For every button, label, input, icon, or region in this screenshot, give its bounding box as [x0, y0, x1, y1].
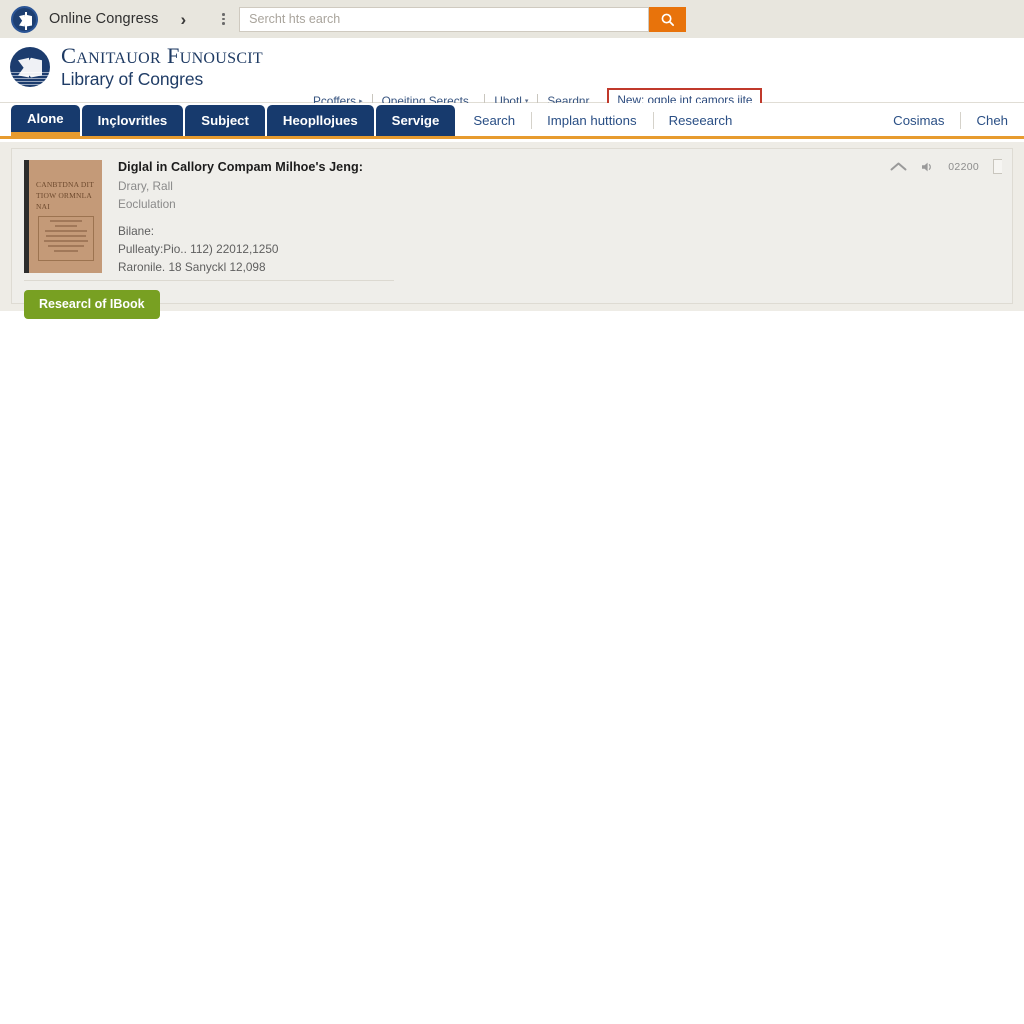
content-area: CANBTDNA DITTIOW ORMNLANAI Diglal in Cal… — [0, 142, 1024, 319]
speaker-icon[interactable] — [921, 161, 934, 173]
brand-subtitle: Library of Congres — [61, 68, 204, 89]
browser-bar: Online Congress › Sercht hts earch — [0, 0, 1024, 38]
result-subtitle-0: Drary, Rall — [118, 179, 173, 193]
page-root: Online Congress › Sercht hts earch Canit… — [0, 0, 1024, 1024]
nav-right-group: Cosimas Cheh — [877, 105, 1024, 136]
search-input[interactable]: Sercht hts earch — [239, 6, 650, 32]
library-seal-icon — [10, 46, 50, 87]
search-submit-button[interactable] — [649, 6, 687, 32]
site-header: Canitauor Funouscit Library of Congres P… — [0, 38, 1024, 113]
nav-link-implan-huttions[interactable]: Implan huttions — [531, 105, 652, 136]
card-divider — [24, 280, 394, 281]
nav-link-cosimas[interactable]: Cosimas — [877, 105, 960, 136]
result-subtitle-1: Eoclulation — [118, 196, 176, 211]
result-metadata: Bilane: Pulleaty:Pio.. 112) 22012,1250 R… — [118, 223, 363, 277]
result-count: 02200 — [948, 160, 979, 173]
chevron-up-icon[interactable] — [890, 161, 907, 172]
nav-link-cheh[interactable]: Cheh — [960, 105, 1024, 136]
main-navigation: Alone Inçlovritles Subject Heopllojues S… — [0, 103, 1024, 139]
result-card: CANBTDNA DITTIOW ORMNLANAI Diglal in Cal… — [11, 148, 1013, 319]
result-meta-2: Raronile. 18 Sanyckl 12,098 — [118, 260, 266, 275]
result-details: Diglal in Callory Compam Milhoe's Jeng: … — [118, 160, 363, 277]
search-bar: Sercht hts earch — [239, 6, 687, 32]
research-book-button[interactable]: Researcl of IBook — [24, 290, 160, 319]
chevron-right-icon[interactable]: › — [181, 11, 187, 28]
result-meta-1: Pulleaty:Pio.. 112) 22012,1250 — [118, 242, 279, 257]
site-chip-label: Online Congress — [49, 11, 159, 27]
result-meta-0: Bilane: — [118, 224, 155, 239]
library-seal-icon — [11, 5, 38, 33]
nav-link-reseearch[interactable]: Reseearch — [652, 105, 749, 136]
result-title[interactable]: Diglal in Callory Compam Milhoe's Jeng: — [118, 160, 363, 174]
card-tools: 02200 — [890, 159, 1002, 174]
book-cover-title: CANBTDNA DITTIOW ORMNLANAI — [36, 180, 95, 211]
brand-logo[interactable]: Canitauor Funouscit Library of Congres — [10, 43, 264, 89]
brand-title: Canitauor Funouscit — [61, 43, 264, 68]
book-cover-plate — [38, 216, 94, 261]
site-chip[interactable]: Online Congress — [11, 5, 159, 33]
nav-link-search[interactable]: Search — [457, 105, 531, 136]
nav-tab-alone[interactable]: Alone — [11, 105, 80, 136]
nav-tab-inclovritles[interactable]: Inçlovritles — [81, 105, 184, 136]
book-cover-thumbnail[interactable]: CANBTDNA DITTIOW ORMNLANAI — [24, 160, 102, 273]
nav-tab-subject[interactable]: Subject — [185, 105, 265, 136]
kebab-menu-icon[interactable] — [222, 13, 225, 25]
nav-tab-heopllojues[interactable]: Heopllojues — [266, 105, 374, 136]
nav-tab-servige[interactable]: Servige — [375, 105, 456, 136]
panel-edge-handle[interactable] — [993, 159, 1002, 174]
